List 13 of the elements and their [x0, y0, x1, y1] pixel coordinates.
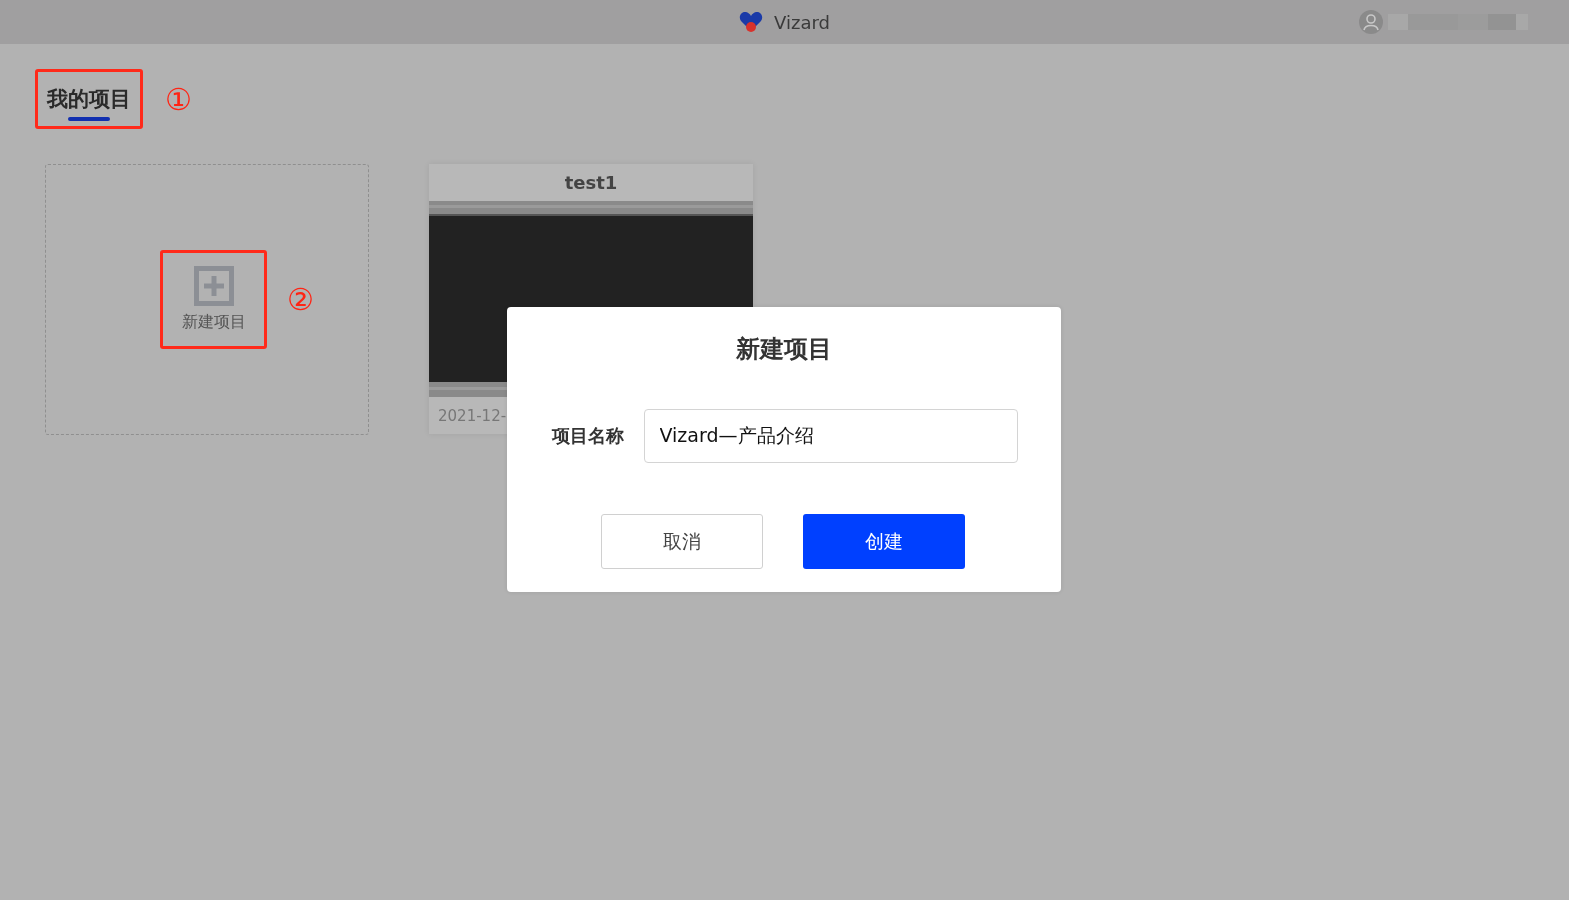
- app-title: Vizard: [774, 11, 830, 33]
- create-button[interactable]: 创建: [803, 514, 965, 569]
- annotation-number: ②: [287, 282, 314, 317]
- project-date: 2021-12-: [438, 407, 507, 425]
- cancel-button[interactable]: 取消: [601, 514, 763, 569]
- annotation-number: ①: [165, 81, 192, 117]
- project-title: test1: [563, 171, 619, 195]
- plus-square-icon: [193, 266, 234, 306]
- project-name-field[interactable]: Vizard—产品介绍: [643, 409, 1018, 463]
- tab[interactable]: 我的项目: [35, 69, 143, 129]
- new-project-button[interactable]: 新建项目: [160, 250, 268, 349]
- heart-logo-icon: [739, 11, 764, 33]
- user-avatar-icon[interactable]: [1358, 9, 1384, 35]
